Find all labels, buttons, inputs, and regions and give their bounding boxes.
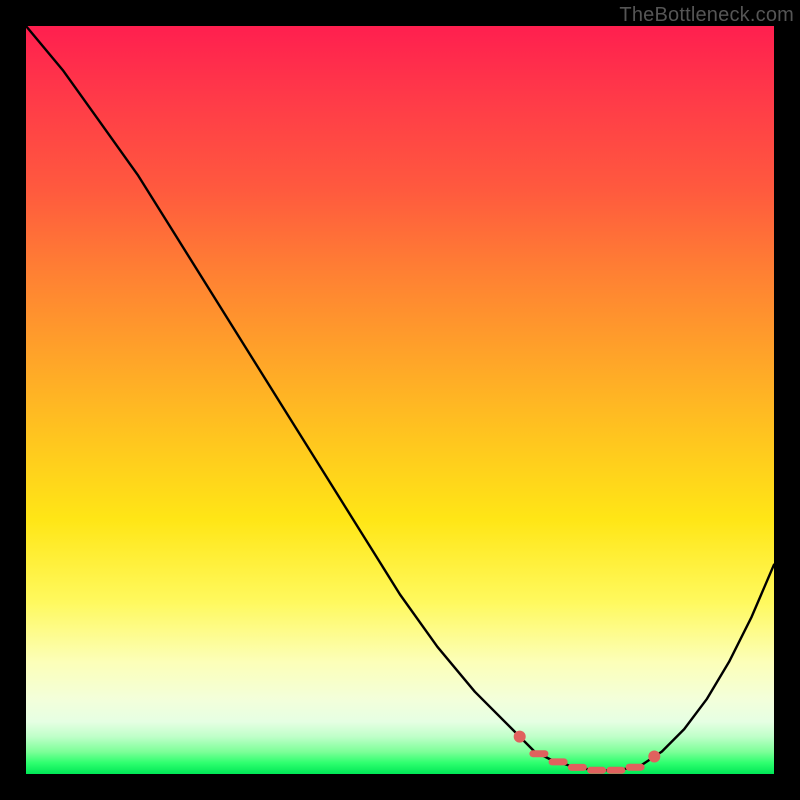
watermark-text: TheBottleneck.com (619, 4, 794, 27)
curve-layer (26, 26, 774, 774)
bottleneck-curve-line (26, 26, 774, 770)
highlight-markers (514, 731, 661, 771)
highlight-end-dot (514, 731, 526, 743)
highlight-end-dot (648, 751, 660, 763)
plot-area (26, 26, 774, 774)
chart-container: TheBottleneck.com (0, 0, 800, 800)
